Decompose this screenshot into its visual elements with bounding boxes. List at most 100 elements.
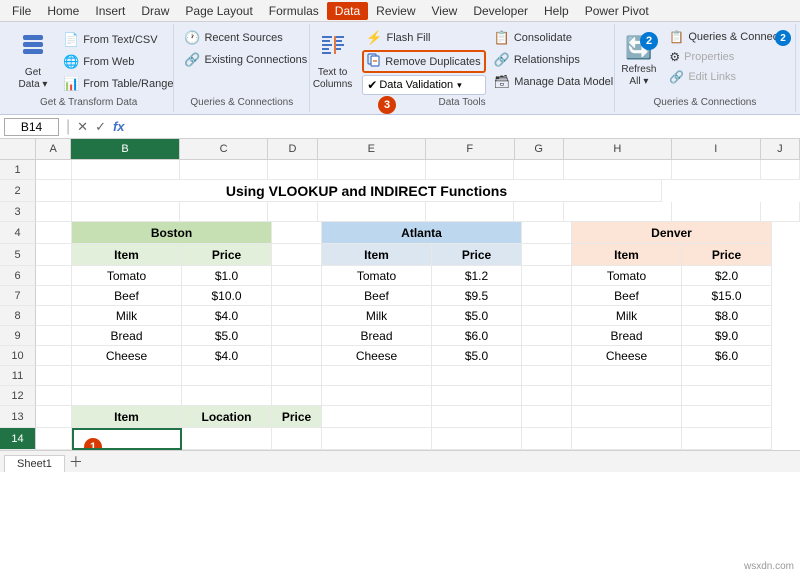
- from-text-csv-button[interactable]: 📄 From Text/CSV: [59, 30, 177, 50]
- atlanta-tomato[interactable]: Tomato: [322, 266, 432, 286]
- cell-g5[interactable]: [522, 244, 572, 266]
- cell-c3[interactable]: [180, 202, 269, 222]
- data-validation-button[interactable]: ✔ Data Validation ▾: [362, 75, 485, 95]
- cell-g3[interactable]: [514, 202, 563, 222]
- flash-fill-button[interactable]: ⚡ Flash Fill: [362, 28, 485, 48]
- col-header-d[interactable]: D: [268, 139, 317, 159]
- denver-bread-price[interactable]: $9.0: [682, 326, 772, 346]
- row-header-12[interactable]: 12: [0, 386, 36, 406]
- cell-d5[interactable]: [272, 244, 322, 266]
- col-header-g[interactable]: G: [515, 139, 564, 159]
- boston-beef[interactable]: Beef: [72, 286, 182, 306]
- col-header-i[interactable]: I: [672, 139, 761, 159]
- cell-e14[interactable]: [322, 428, 432, 450]
- boston-milk[interactable]: Milk: [72, 306, 182, 326]
- cell-a10[interactable]: [36, 346, 72, 366]
- consolidate-button[interactable]: 📋 Consolidate: [490, 28, 618, 48]
- cell-d1[interactable]: [268, 160, 317, 180]
- recent-sources-button[interactable]: 🕐 Recent Sources: [180, 28, 286, 48]
- atlanta-bread-price[interactable]: $6.0: [432, 326, 522, 346]
- boston-bread-price[interactable]: $5.0: [182, 326, 272, 346]
- cell-i11[interactable]: [682, 366, 772, 386]
- row-header-4[interactable]: 4: [0, 222, 36, 244]
- cell-c1[interactable]: [180, 160, 269, 180]
- cell-i14[interactable]: [682, 428, 772, 450]
- cell-e1[interactable]: [318, 160, 426, 180]
- boston-bread[interactable]: Bread: [72, 326, 182, 346]
- from-table-button[interactable]: 📊 From Table/Range: [59, 74, 177, 94]
- cell-h3[interactable]: [564, 202, 672, 222]
- properties-button[interactable]: ⚙ Properties: [665, 48, 794, 66]
- menu-home[interactable]: Home: [39, 2, 87, 20]
- denver-beef-price[interactable]: $15.0: [682, 286, 772, 306]
- col-header-j[interactable]: J: [761, 139, 800, 159]
- sheet-tab-1[interactable]: Sheet1: [4, 455, 65, 472]
- denver-bread[interactable]: Bread: [572, 326, 682, 346]
- cell-b3[interactable]: [72, 202, 180, 222]
- cell-a11[interactable]: [36, 366, 72, 386]
- dv-dropdown-icon[interactable]: ▾: [457, 80, 462, 91]
- boston-cheese-price[interactable]: $4.0: [182, 346, 272, 366]
- menu-data[interactable]: Data: [327, 2, 368, 20]
- cell-g4[interactable]: [522, 222, 572, 244]
- cell-i3[interactable]: [672, 202, 761, 222]
- cell-c12[interactable]: [182, 386, 272, 406]
- cell-g10[interactable]: [522, 346, 572, 366]
- cell-f1[interactable]: [426, 160, 515, 180]
- cell-d8[interactable]: [272, 306, 322, 326]
- row-header-5[interactable]: 5: [0, 244, 36, 266]
- denver-tomato[interactable]: Tomato: [572, 266, 682, 286]
- cell-i1[interactable]: [672, 160, 761, 180]
- cell-b12[interactable]: [72, 386, 182, 406]
- add-sheet-button[interactable]: ＋: [69, 452, 83, 472]
- menu-file[interactable]: File: [4, 2, 39, 20]
- cell-a3[interactable]: [36, 202, 72, 222]
- col-header-f[interactable]: F: [426, 139, 515, 159]
- atlanta-cheese[interactable]: Cheese: [322, 346, 432, 366]
- menu-developer[interactable]: Developer: [465, 2, 536, 20]
- menu-page-layout[interactable]: Page Layout: [177, 2, 260, 20]
- cell-a8[interactable]: [36, 306, 72, 326]
- row-header-7[interactable]: 7: [0, 286, 36, 306]
- insert-function-icon[interactable]: fx: [113, 119, 125, 134]
- cell-j3[interactable]: [761, 202, 800, 222]
- cell-a6[interactable]: [36, 266, 72, 286]
- formula-input[interactable]: [129, 120, 796, 134]
- denver-milk-price[interactable]: $8.0: [682, 306, 772, 326]
- cell-d4[interactable]: [272, 222, 322, 244]
- cell-g9[interactable]: [522, 326, 572, 346]
- atlanta-bread[interactable]: Bread: [322, 326, 432, 346]
- cell-d7[interactable]: [272, 286, 322, 306]
- row-header-1[interactable]: 1: [0, 160, 36, 180]
- row-header-2[interactable]: 2: [0, 180, 36, 202]
- name-box[interactable]: [4, 118, 59, 136]
- cell-a14[interactable]: [36, 428, 72, 450]
- cell-a7[interactable]: [36, 286, 72, 306]
- cell-g11[interactable]: [522, 366, 572, 386]
- denver-cheese-price[interactable]: $6.0: [682, 346, 772, 366]
- cell-h1[interactable]: [564, 160, 672, 180]
- remove-duplicates-button[interactable]: Remove Duplicates: [362, 50, 485, 73]
- row-header-11[interactable]: 11: [0, 366, 36, 386]
- denver-cheese[interactable]: Cheese: [572, 346, 682, 366]
- cell-g7[interactable]: [522, 286, 572, 306]
- cell-i12[interactable]: [682, 386, 772, 406]
- cell-d9[interactable]: [272, 326, 322, 346]
- atlanta-beef[interactable]: Beef: [322, 286, 432, 306]
- boston-cheese[interactable]: Cheese: [72, 346, 182, 366]
- cell-e3[interactable]: [318, 202, 426, 222]
- row-header-6[interactable]: 6: [0, 266, 36, 286]
- cell-f12[interactable]: [432, 386, 522, 406]
- cell-d12[interactable]: [272, 386, 322, 406]
- edit-links-button[interactable]: 🔗 Edit Links: [665, 68, 794, 86]
- col-header-e[interactable]: E: [318, 139, 426, 159]
- col-header-c[interactable]: C: [180, 139, 269, 159]
- row-header-8[interactable]: 8: [0, 306, 36, 326]
- cell-a13[interactable]: [36, 406, 72, 428]
- queries-connections-button[interactable]: 📋 Queries & Connect...: [665, 28, 794, 46]
- cell-a5[interactable]: [36, 244, 72, 266]
- menu-insert[interactable]: Insert: [87, 2, 133, 20]
- denver-milk[interactable]: Milk: [572, 306, 682, 326]
- cell-g6[interactable]: [522, 266, 572, 286]
- cell-a4[interactable]: [36, 222, 72, 244]
